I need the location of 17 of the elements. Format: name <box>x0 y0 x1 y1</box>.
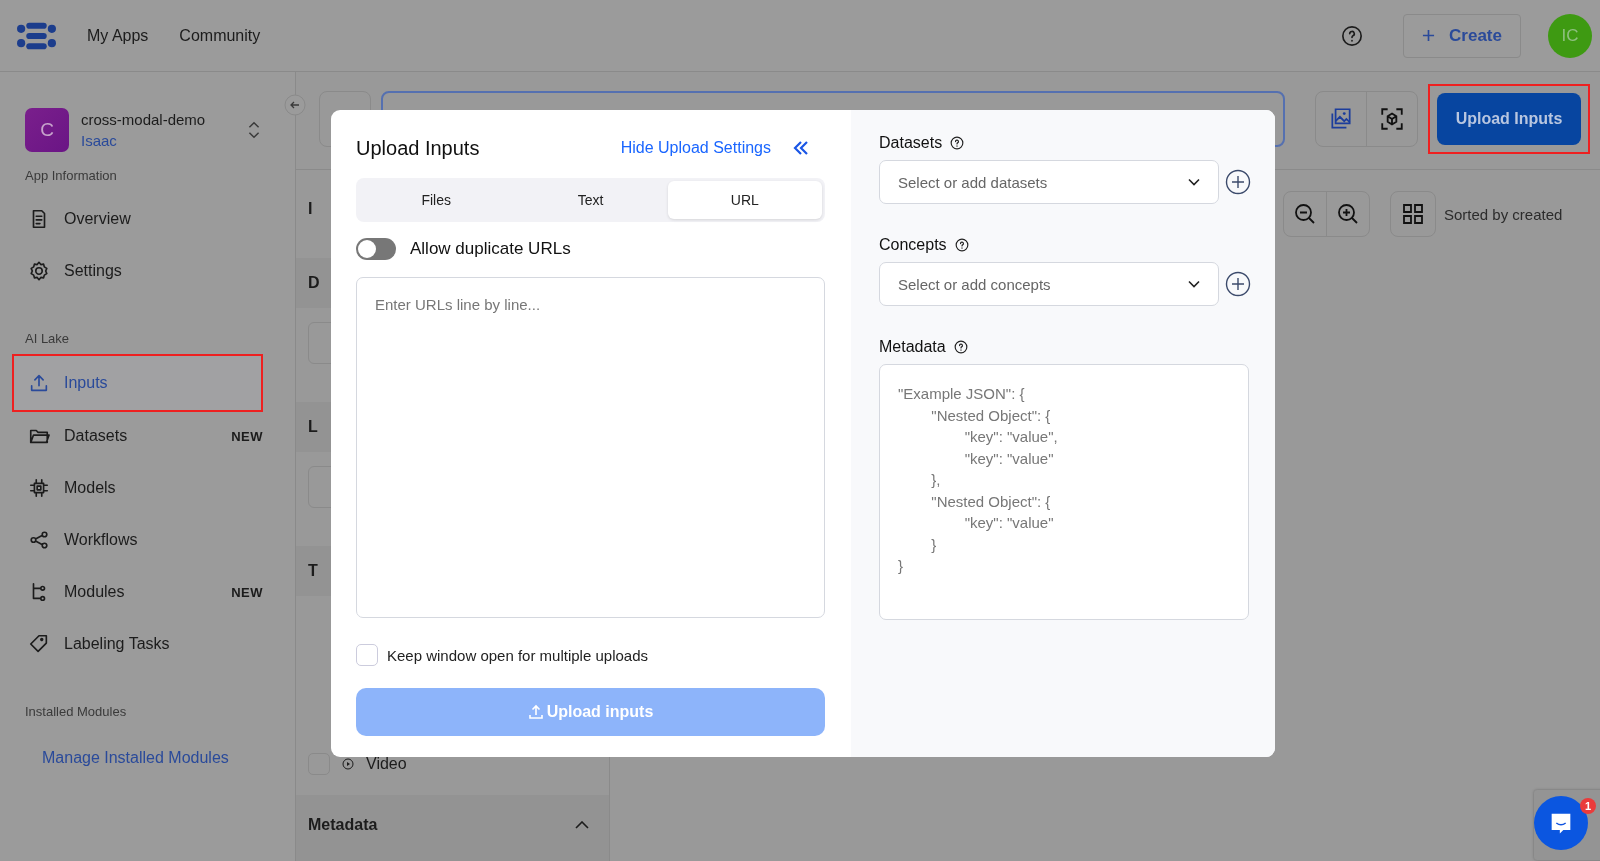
sort-label: Sorted by created <box>1444 205 1563 223</box>
section-title: Installed Modules <box>24 704 128 719</box>
toggle-label: Allow duplicate URLs <box>410 239 571 259</box>
panel-heading: L <box>308 418 318 436</box>
field-label: Datasets <box>879 134 943 152</box>
field-label: Metadata <box>879 338 946 356</box>
panel-heading: D <box>308 274 320 292</box>
app-avatar: C <box>25 108 69 152</box>
app-name: cross-modal-demo <box>81 111 207 128</box>
section-title: App Information <box>24 168 118 183</box>
media-label: Video <box>366 755 407 773</box>
field-label: Concepts <box>879 236 947 254</box>
checkbox-label: Keep window open for multiple uploads <box>387 646 648 664</box>
panel-heading: T <box>308 562 318 580</box>
panel-heading: I <box>308 200 313 218</box>
section-title: AI Lake <box>24 331 71 346</box>
dialog-title: Upload Inputs <box>356 136 481 160</box>
